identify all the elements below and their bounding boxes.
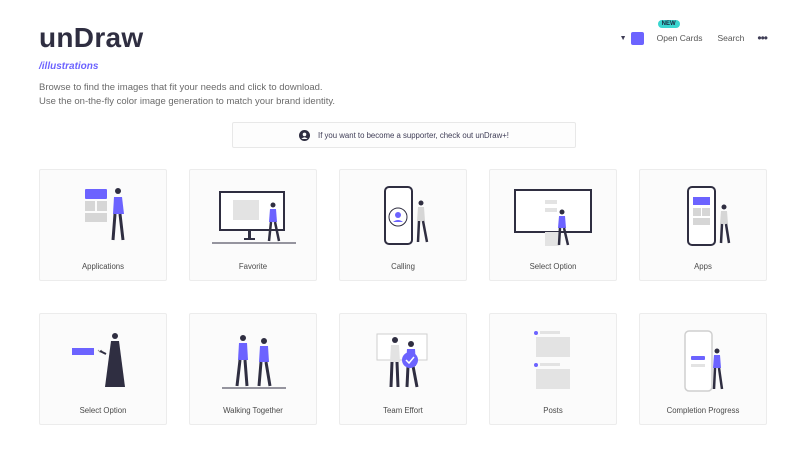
card-label: Team Effort [383,406,423,415]
supporter-avatar-icon [299,129,311,141]
card-label: Walking Together [223,406,283,415]
supporter-banner[interactable]: If you want to become a supporter, check… [232,122,576,148]
page-description: Browse to find the images that fit your … [39,82,336,107]
team-effort-illustration [376,333,428,388]
card-label: Posts [543,406,563,415]
illustration-card-favorite[interactable]: Favorite [189,169,317,281]
illustration-card-select-option-2[interactable]: Select Option [39,313,167,425]
applications-illustration [85,188,125,241]
card-label: Select Option [79,406,127,415]
logo[interactable]: unDraw [39,22,143,54]
more-dots-icon[interactable]: ••• [757,31,768,45]
search-link[interactable]: Search [717,33,744,43]
banner-text: If you want to become a supporter, check… [318,130,509,140]
card-label: Apps [694,262,712,271]
apps-illustration [687,186,731,246]
calling-illustration [384,186,429,245]
card-label: Select Option [529,262,577,271]
caret-down-icon[interactable]: ▼ [620,35,627,42]
tagline: /illustrations [39,61,99,72]
new-badge: NEW [657,20,680,28]
walking-together-illustration [222,335,286,389]
select-option-monitor-illustration [514,189,592,246]
card-label: Completion Progress [666,406,740,415]
open-cards-label: Open Cards [656,33,703,43]
card-label: Applications [81,262,125,271]
favorite-illustration [212,191,296,244]
card-label: Favorite [238,262,268,271]
illustration-card-team-effort[interactable]: Team Effort [339,313,467,425]
illustration-card-completion-progress[interactable]: Completion Progress [639,313,767,425]
illustration-grid: Applications Favorite Calling Select Opt… [39,169,767,425]
top-navigation: ▼ NEW Open Cards Search ••• [620,20,768,45]
illustration-card-calling[interactable]: Calling [339,169,467,281]
illustration-card-select-option[interactable]: Select Option [489,169,617,281]
illustration-card-posts[interactable]: Posts [489,313,617,425]
open-cards-link[interactable]: NEW Open Cards [656,20,703,43]
select-option-dropdown-illustration [72,333,125,387]
illustration-card-apps[interactable]: Apps [639,169,767,281]
illustration-card-applications[interactable]: Applications [39,169,167,281]
completion-progress-illustration [684,330,724,392]
illustration-card-walking-together[interactable]: Walking Together [189,313,317,425]
posts-illustration [534,331,570,389]
color-swatch-button[interactable] [630,31,644,45]
card-label: Calling [391,262,415,271]
